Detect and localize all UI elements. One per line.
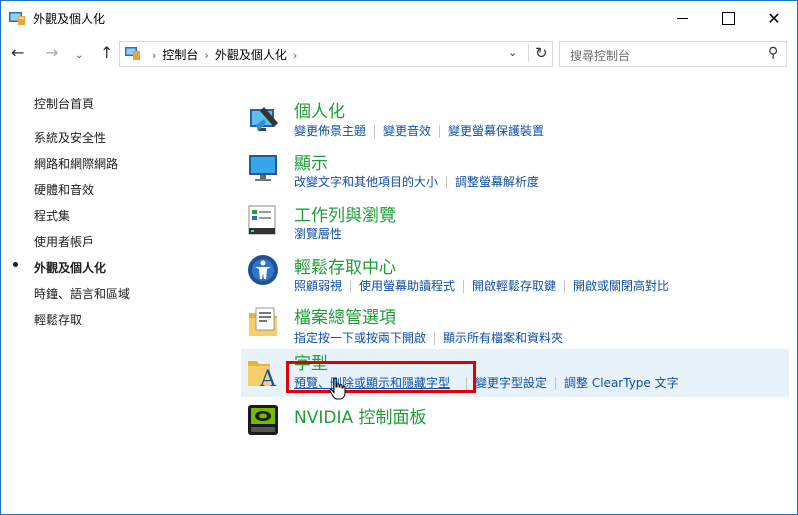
link-low-vision[interactable]: 照顧弱視 [294, 279, 342, 293]
breadcrumb: › 控制台 › 外觀及個人化 › [146, 46, 303, 63]
maximize-icon [721, 11, 735, 25]
link-single-double-click[interactable]: 指定按一下或按兩下開啟 [294, 331, 426, 345]
window-title: 外觀及個人化 [33, 12, 106, 26]
link-show-hidden-files[interactable]: 顯示所有檔案和資料夾 [443, 331, 563, 345]
category-links: 變更佈景主題 變更音效 變更螢幕保護裝置 [294, 122, 544, 139]
category-ease-of-access: 輕鬆存取中心 照顧弱視 使用螢幕助讀程式 開啟輕鬆存取鍵 開啟或關閉高對比 [241, 249, 789, 299]
category-file-explorer-options: 檔案總管選項 指定按一下或按兩下開啟 顯示所有檔案和資料夾 [241, 299, 789, 349]
search-placeholder: 搜尋控制台 [570, 49, 631, 63]
breadcrumb-separator-icon[interactable]: › [293, 49, 297, 62]
category-taskbar-navigation: 工作列與瀏覽 瀏覽層性 [241, 197, 789, 247]
recent-locations-chevron-icon[interactable]: ⌄ [75, 47, 83, 65]
sidebar-item-programs[interactable]: 程式集 [34, 207, 70, 224]
sidebar-item-hardware-sound[interactable]: 硬體和音效 [34, 181, 94, 198]
breadcrumb-control-panel[interactable]: 控制台 [162, 48, 198, 62]
close-icon: ✕ [767, 8, 781, 28]
ease-of-access-icon [248, 255, 278, 285]
link-text-size[interactable]: 改變文字和其他項目的大小 [294, 175, 438, 189]
link-adjust-cleartype[interactable]: 調整 ClearType 文字 [564, 376, 679, 390]
link-navigation-properties[interactable]: 瀏覽層性 [294, 227, 342, 241]
svg-text:A: A [259, 367, 277, 389]
address-bar[interactable]: › 控制台 › 外觀及個人化 › ⌄ ↻ [119, 41, 553, 67]
control-panel-crumb-icon [125, 47, 140, 60]
link-screen-reader[interactable]: 使用螢幕助讀程式 [359, 279, 455, 293]
category-fonts: A 字型 預覽、刪除或顯示和隱藏字型 變更字型設定 調整 ClearType 文字 [241, 349, 789, 400]
category-display: 顯示 改變文字和其他項目的大小 調整螢幕解析度 [241, 145, 789, 195]
category-links: 改變文字和其他項目的大小 調整螢幕解析度 [294, 173, 539, 190]
refresh-icon[interactable]: ↻ [528, 44, 548, 62]
display-icon [249, 155, 277, 181]
sidebar-item-system-security[interactable]: 系統及安全性 [34, 129, 106, 146]
category-title[interactable]: 個人化 [294, 97, 345, 122]
category-title[interactable]: 工作列與瀏覽 [294, 201, 396, 226]
sidebar-item-user-accounts[interactable]: 使用者帳戶 [34, 233, 94, 250]
category-personalization: 個人化 變更佈景主題 變更音效 變更螢幕保護裝置 [241, 93, 789, 143]
link-high-contrast[interactable]: 開啟或關閉高對比 [573, 279, 669, 293]
sidebar-item-ease-of-access[interactable]: 輕鬆存取 [34, 311, 82, 328]
taskbar-icon [248, 205, 276, 235]
sidebar-item-network[interactable]: 網路和網際網路 [34, 155, 118, 172]
minimize-icon [676, 17, 688, 19]
sidebar-item-clock-language[interactable]: 時鐘、語言和區域 [34, 285, 130, 302]
title-bar[interactable]: 外觀及個人化 ✕ [1, 1, 797, 35]
link-sticky-keys[interactable]: 開啟輕鬆存取鍵 [472, 279, 556, 293]
link-screen-resolution[interactable]: 調整螢幕解析度 [455, 175, 539, 189]
sidebar-home-link[interactable]: 控制台首頁 [34, 95, 94, 112]
search-icon: ⚲ [767, 45, 778, 61]
forward-arrow-icon[interactable]: → [45, 44, 58, 62]
category-links: 照顧弱視 使用螢幕助讀程式 開啟輕鬆存取鍵 開啟或關閉高對比 [294, 277, 669, 294]
link-change-screensaver[interactable]: 變更螢幕保護裝置 [448, 124, 544, 138]
link-font-settings[interactable]: 變更字型設定 [475, 376, 547, 390]
up-arrow-icon[interactable]: ↑ [100, 44, 113, 62]
close-button[interactable]: ✕ [751, 1, 797, 35]
link-change-theme[interactable]: 變更佈景主題 [294, 124, 366, 138]
highlight-box [286, 361, 476, 393]
minimize-button[interactable] [659, 1, 705, 35]
navigation-bar: ← → ⌄ ↑ › 控制台 › 外觀及個人化 › ⌄ ↻ 搜尋控制台 ⚲ [1, 39, 797, 69]
search-box[interactable]: 搜尋控制台 ⚲ [559, 41, 787, 67]
breadcrumb-separator-icon[interactable]: › [204, 49, 208, 62]
sidebar-item-appearance[interactable]: 外觀及個人化 [34, 259, 106, 276]
personalization-icon [250, 107, 278, 131]
breadcrumb-appearance[interactable]: 外觀及個人化 [215, 48, 287, 62]
fonts-icon: A [248, 361, 277, 389]
link-change-sounds[interactable]: 變更音效 [383, 124, 431, 138]
maximize-button[interactable] [705, 1, 751, 35]
category-title[interactable]: 檔案總管選項 [294, 303, 396, 328]
file-explorer-options-icon [249, 307, 277, 336]
category-links: 指定按一下或按兩下開啟 顯示所有檔案和資料夾 [294, 329, 563, 346]
control-panel-app-icon [9, 12, 25, 25]
back-arrow-icon[interactable]: ← [11, 44, 24, 62]
address-dropdown-icon[interactable]: ⌄ [508, 46, 517, 59]
control-panel-window: 外觀及個人化 ✕ ← → ⌄ ↑ › 控制台 › 外觀及個人化 › ⌄ ↻ 搜尋控制台 … [0, 0, 798, 515]
hand-cursor-icon [329, 377, 346, 400]
category-title[interactable]: NVIDIA 控制面板 [294, 403, 427, 428]
selected-indicator-dot [13, 262, 18, 267]
breadcrumb-separator-icon[interactable]: › [152, 49, 156, 62]
category-title[interactable]: 顯示 [294, 149, 328, 174]
nvidia-icon [248, 405, 278, 435]
category-title[interactable]: 輕鬆存取中心 [294, 253, 396, 278]
category-nvidia: NVIDIA 控制面板 [241, 399, 789, 445]
category-links: 瀏覽層性 [294, 225, 342, 242]
